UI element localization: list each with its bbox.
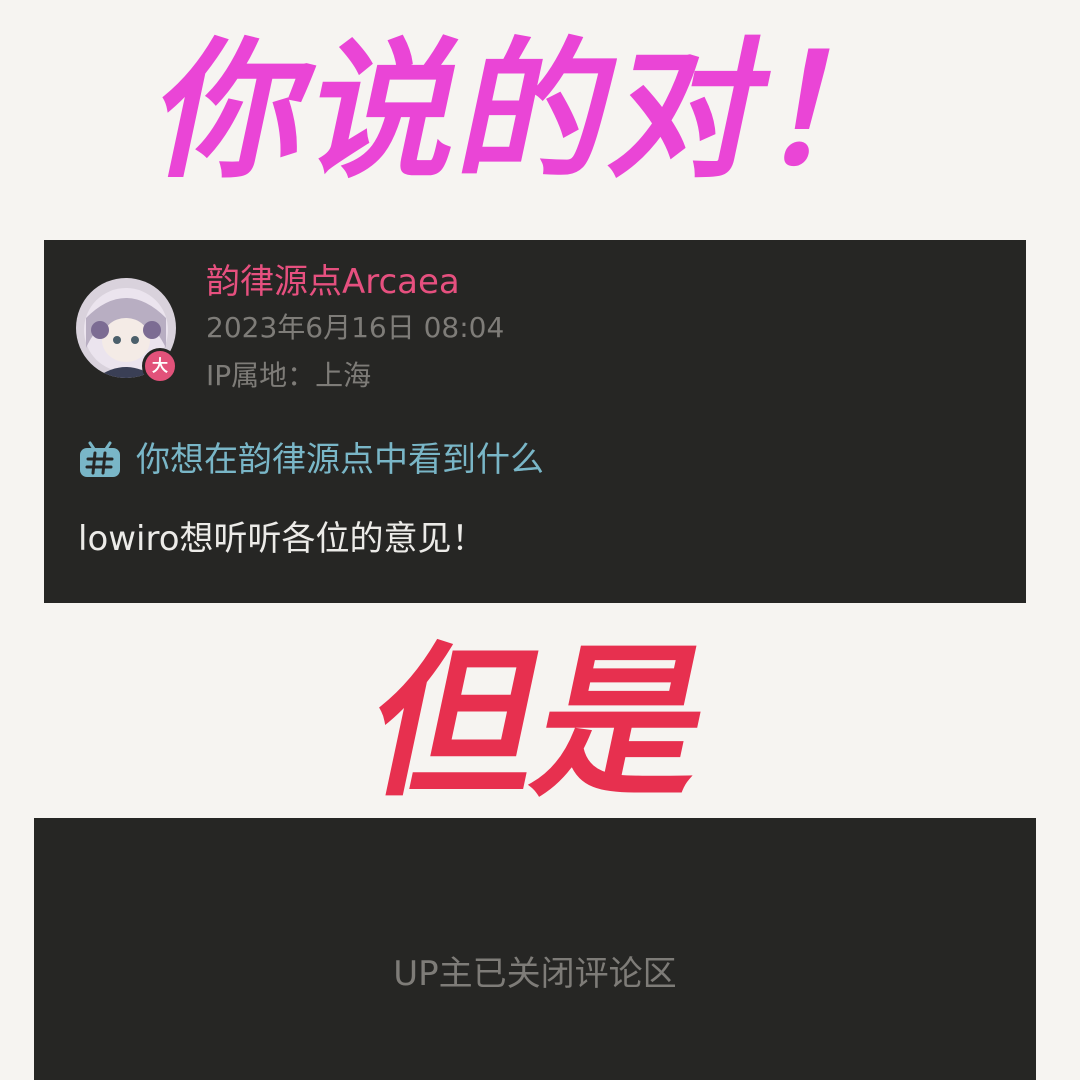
comments-closed-notice: UP主已关闭评论区 <box>393 954 677 994</box>
post-author-name[interactable]: 韵律源点Arcaea <box>206 260 460 304</box>
headline-you-are-right: 你说的对！ <box>141 25 939 199</box>
post-topic-text: 你想在韵律源点中看到什么 <box>136 440 544 480</box>
post-ip-location: IP属地：上海 <box>206 359 372 392</box>
hashtag-topic-icon <box>80 441 120 477</box>
verified-badge-icon: 大 <box>142 348 178 384</box>
post-timestamp: 2023年6月16日 08:04 <box>206 311 505 344</box>
post-card: 大 韵律源点Arcaea 2023年6月16日 08:04 IP属地：上海 你想… <box>44 240 1026 603</box>
post-body-text: lowiro想听听各位的意见！ <box>78 519 486 559</box>
headline-but: 但是 <box>354 627 726 819</box>
post-topic-link[interactable]: 你想在韵律源点中看到什么 <box>78 436 544 484</box>
comment-section: UP主已关闭评论区 <box>34 818 1036 1080</box>
